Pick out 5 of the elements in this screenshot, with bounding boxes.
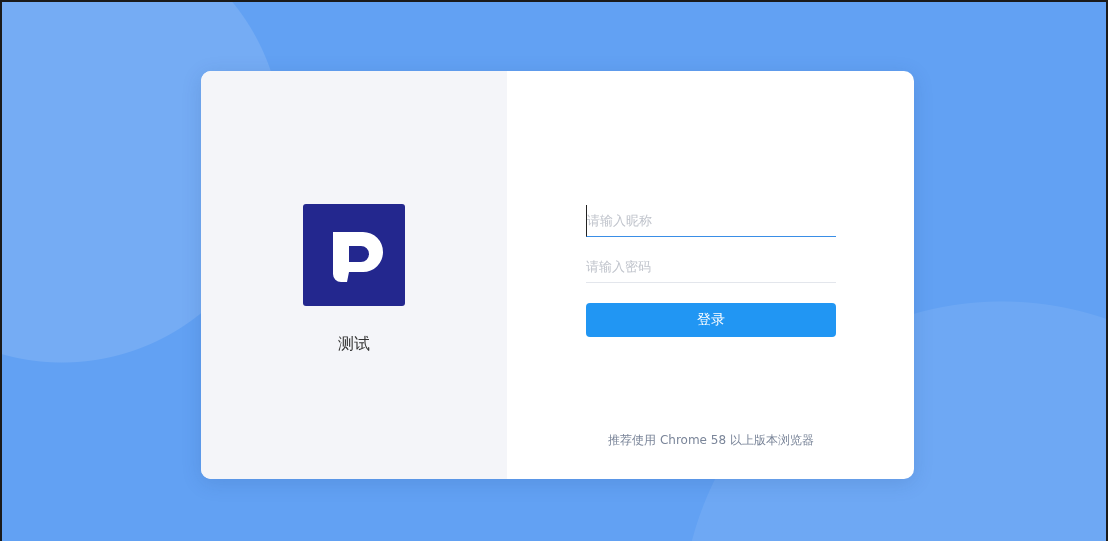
browser-note: 推荐使用 Chrome 58 以上版本浏览器	[607, 432, 815, 449]
input-field[interactable]: 请输入昵称	[586, 205, 836, 237]
brand-name: 测试	[338, 334, 370, 355]
logo-icon	[303, 204, 405, 306]
login-button[interactable]: 登录	[586, 303, 836, 337]
